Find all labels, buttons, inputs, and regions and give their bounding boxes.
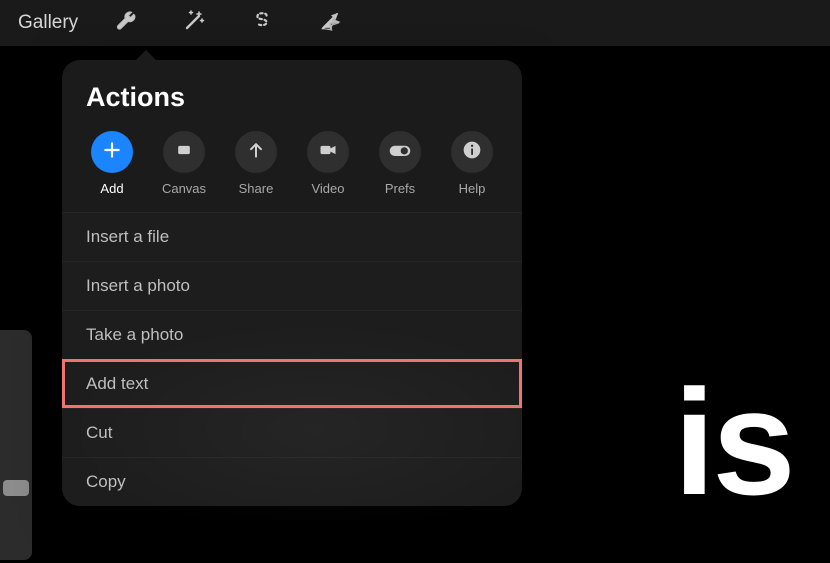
- tab-prefs[interactable]: Prefs: [370, 131, 430, 196]
- menu-item-take-photo[interactable]: Take a photo: [62, 310, 522, 359]
- plus-icon: [102, 140, 122, 165]
- tab-video[interactable]: Video: [298, 131, 358, 196]
- tab-label: Prefs: [385, 181, 415, 196]
- tab-label: Help: [459, 181, 486, 196]
- menu-item-add-text[interactable]: Add text: [62, 359, 522, 408]
- wrench-icon: [114, 9, 138, 38]
- info-icon: [462, 140, 482, 165]
- tab-add[interactable]: Add: [82, 131, 142, 196]
- add-menu-list: Insert a file Insert a photo Take a phot…: [62, 212, 522, 506]
- tab-label: Video: [311, 181, 344, 196]
- tab-label: Canvas: [162, 181, 206, 196]
- toggle-icon: [388, 140, 412, 165]
- canvas-text-layer[interactable]: is n: [674, 356, 830, 529]
- video-camera-icon: [318, 140, 338, 165]
- brush-size-slider[interactable]: [0, 330, 32, 560]
- tab-canvas[interactable]: Canvas: [154, 131, 214, 196]
- tab-help[interactable]: Help: [442, 131, 502, 196]
- menu-item-cut[interactable]: Cut: [62, 408, 522, 457]
- adjustments-button[interactable]: [160, 0, 228, 46]
- menu-item-insert-file[interactable]: Insert a file: [62, 212, 522, 261]
- top-toolbar: Gallery: [0, 0, 830, 46]
- slider-thumb[interactable]: [3, 480, 29, 496]
- menu-item-insert-photo[interactable]: Insert a photo: [62, 261, 522, 310]
- tab-share[interactable]: Share: [226, 131, 286, 196]
- actions-button[interactable]: [92, 0, 160, 46]
- tab-label: Add: [100, 181, 123, 196]
- gallery-button[interactable]: Gallery: [4, 4, 92, 42]
- arrow-up-icon: [246, 140, 266, 165]
- magic-wand-icon: [182, 9, 206, 38]
- panel-title: Actions: [62, 82, 522, 131]
- cursor-arrow-icon: [319, 10, 341, 37]
- actions-tab-row: Add Canvas Share Vid: [62, 131, 522, 212]
- selection-button[interactable]: [228, 0, 296, 46]
- menu-item-copy[interactable]: Copy: [62, 457, 522, 506]
- canvas-rect-icon: [174, 140, 194, 165]
- actions-panel: Actions Add Canvas Sh: [62, 60, 522, 506]
- selection-s-icon: [251, 10, 273, 37]
- transform-button[interactable]: [296, 0, 364, 46]
- tab-label: Share: [239, 181, 274, 196]
